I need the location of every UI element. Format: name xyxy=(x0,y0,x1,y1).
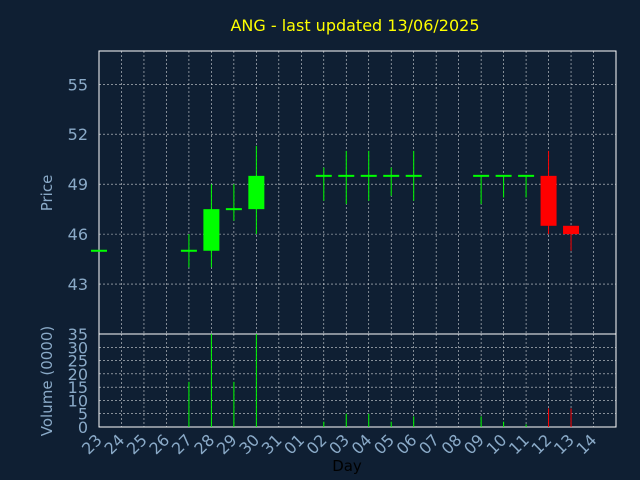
candlestick-chart: ANG - last updated 13/06/2025 43 46 49 52 55… xyxy=(38,16,617,475)
candle-body xyxy=(563,225,580,235)
candle-body xyxy=(405,174,422,177)
candle-body xyxy=(203,209,220,251)
price-axis-label: Price xyxy=(38,175,56,212)
price-tick-label: 49 xyxy=(68,175,88,194)
candle-body xyxy=(495,174,512,177)
price-panel: 43 46 49 52 55 xyxy=(68,50,617,335)
candle-body xyxy=(518,174,535,177)
price-tick-label: 52 xyxy=(68,125,88,144)
candle-body xyxy=(473,174,490,177)
volume-tick-label: 35 xyxy=(68,325,88,344)
volume-axis-label: Volume (0000) xyxy=(38,326,56,436)
volume-panel: 05101520253035 xyxy=(68,325,617,437)
price-tick-label: 46 xyxy=(68,225,88,244)
price-panel-frame xyxy=(98,50,617,335)
candle-body xyxy=(248,175,265,210)
price-tick-label: 55 xyxy=(68,75,88,94)
candle-body xyxy=(180,249,197,252)
chart-title: ANG - last updated 13/06/2025 xyxy=(230,16,479,35)
x-axis-label: Day xyxy=(332,457,362,475)
volume-panel-frame xyxy=(98,333,617,428)
candle-body xyxy=(225,208,242,211)
price-tick-label: 43 xyxy=(68,275,88,294)
x-axis: 2324252627282930310102030405060708091011… xyxy=(78,430,600,458)
candle-body xyxy=(338,174,355,177)
candle-body xyxy=(540,175,557,226)
candle-body xyxy=(91,249,107,252)
x-tick-label: 14 xyxy=(573,430,601,458)
candle-body xyxy=(360,174,377,177)
candle-body xyxy=(383,174,400,177)
candle-body xyxy=(315,174,332,177)
